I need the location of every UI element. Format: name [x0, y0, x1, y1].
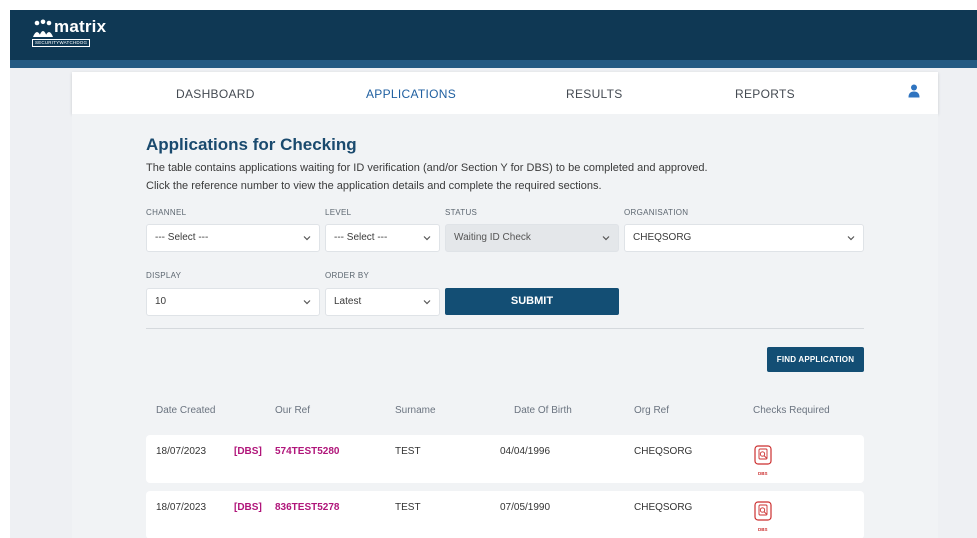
cell-surname: TEST: [395, 446, 421, 457]
chevron-down-icon: [847, 236, 855, 241]
header-accent-stripe: [10, 60, 977, 68]
chevron-down-icon: [423, 300, 431, 305]
section-divider: [146, 328, 864, 329]
brand-logo[interactable]: matrix SECURITYWATCHDOG: [32, 17, 112, 51]
nav-applications[interactable]: APPLICATIONS: [366, 87, 456, 101]
header-surname: Surname: [395, 405, 436, 416]
cell-date-of-birth: 07/05/1990: [500, 502, 551, 513]
level-select[interactable]: --- Select ---: [325, 224, 440, 252]
page-title: Applications for Checking: [146, 135, 357, 154]
header-date-of-birth: Date Of Birth: [514, 405, 572, 416]
dbs-check-icon[interactable]: [754, 501, 772, 527]
organisation-label: ORGANISATION: [624, 208, 689, 217]
left-edge: [0, 0, 10, 538]
level-select-value: --- Select ---: [334, 232, 388, 243]
cell-date-created: 18/07/2023: [156, 502, 207, 513]
header-our-ref: Our Ref: [275, 405, 311, 416]
check-label: DBS: [758, 471, 768, 476]
submit-button[interactable]: SUBMIT: [445, 288, 619, 315]
nav-reports[interactable]: REPORTS: [735, 87, 795, 101]
cell-application-type: [DBS]: [234, 446, 262, 457]
status-select[interactable]: Waiting ID Check: [445, 224, 619, 252]
find-application-button[interactable]: FIND APPLICATION: [767, 347, 864, 372]
chevron-down-icon: [602, 236, 610, 241]
page-description-line2: Click the reference number to view the a…: [146, 180, 602, 192]
brand-tagline: SECURITYWATCHDOG: [32, 39, 91, 47]
brand-name: matrix: [54, 17, 107, 36]
people-logo-icon: [33, 19, 53, 37]
cell-org-ref: CHEQSORG: [634, 446, 693, 457]
status-select-value: Waiting ID Check: [454, 232, 531, 243]
cell-application-type: [DBS]: [234, 502, 262, 513]
cell-org-ref: CHEQSORG: [634, 502, 693, 513]
nav-results[interactable]: RESULTS: [566, 87, 623, 101]
status-label: STATUS: [445, 208, 478, 217]
level-label: LEVEL: [325, 208, 352, 217]
order-by-select[interactable]: Latest: [325, 288, 440, 316]
order-by-select-value: Latest: [334, 296, 362, 307]
cell-our-ref-link[interactable]: 836TEST5278: [275, 502, 340, 513]
cell-date-created: 18/07/2023: [156, 446, 207, 457]
chevron-down-icon: [423, 236, 431, 241]
user-icon[interactable]: [908, 84, 920, 98]
nav-dashboard[interactable]: DASHBOARD: [176, 87, 255, 101]
organisation-select-value: CHEQSORG: [633, 232, 692, 243]
chevron-down-icon: [303, 300, 311, 305]
display-select-value: 10: [155, 296, 167, 307]
table-row: 18/07/2023 [DBS] 574TEST5280 TEST 04/04/…: [146, 435, 864, 483]
top-header-bar: [10, 10, 977, 60]
header-checks-required: Checks Required: [753, 405, 830, 416]
table-row: 18/07/2023 [DBS] 836TEST5278 TEST 07/05/…: [146, 491, 864, 538]
main-nav: DASHBOARD APPLICATIONS RESULTS REPORTS: [72, 72, 938, 114]
channel-label: CHANNEL: [146, 208, 187, 217]
channel-select-value: --- Select ---: [155, 232, 209, 243]
chevron-down-icon: [303, 236, 311, 241]
header-date-created: Date Created: [156, 405, 216, 416]
channel-select[interactable]: --- Select ---: [146, 224, 320, 252]
page-description-line1: The table contains applications waiting …: [146, 162, 708, 174]
cell-our-ref-link[interactable]: 574TEST5280: [275, 446, 340, 457]
check-label: DBS: [758, 527, 768, 532]
organisation-select[interactable]: CHEQSORG: [624, 224, 864, 252]
display-label: DISPLAY: [146, 271, 182, 280]
display-select[interactable]: 10: [146, 288, 320, 316]
dbs-check-icon[interactable]: [754, 445, 772, 471]
cell-date-of-birth: 04/04/1996: [500, 446, 551, 457]
header-org-ref: Org Ref: [634, 405, 670, 416]
order-by-label: ORDER BY: [325, 271, 370, 280]
cell-surname: TEST: [395, 502, 421, 513]
